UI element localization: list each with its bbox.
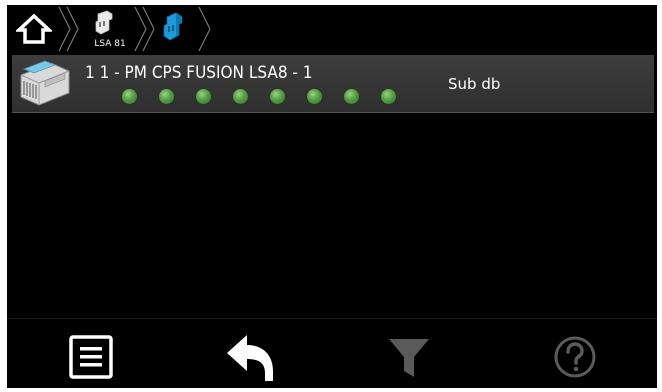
device-icon-selected: [163, 12, 183, 41]
module-title: 1 1 - PM CPS FUSION LSA8 - 1: [85, 63, 313, 83]
bottom-toolbar: [7, 318, 657, 388]
filter-button[interactable]: [375, 319, 455, 388]
led-indicator: [344, 89, 359, 104]
home-icon: [14, 13, 54, 44]
led-indicator: [196, 89, 211, 104]
led-indicator: [381, 89, 396, 104]
app-screen: LSA 81 1 1 - PM CPS FUSION LSA8 - 1 Sub …: [7, 5, 657, 388]
help-button[interactable]: [537, 319, 617, 388]
device-label: LSA 81: [94, 39, 126, 49]
led-indicator: [270, 89, 285, 104]
led-indicator: [307, 89, 322, 104]
menu-button[interactable]: [57, 319, 137, 388]
breadcrumb-separator: [198, 6, 211, 52]
list-menu-icon: [69, 335, 113, 379]
led-indicator: [159, 89, 174, 104]
back-button[interactable]: [217, 319, 297, 388]
led-indicator: [233, 89, 248, 104]
module-icon: [20, 60, 70, 106]
back-arrow-icon: [227, 335, 273, 381]
help-icon: [554, 336, 596, 378]
filter-icon: [389, 339, 429, 377]
breadcrumb-home[interactable]: [14, 13, 54, 45]
breadcrumb: LSA 81: [7, 5, 657, 53]
device-icon: [95, 10, 113, 35]
list-item[interactable]: 1 1 - PM CPS FUSION LSA8 - 1 Sub db: [12, 55, 654, 113]
led-indicator: [122, 89, 137, 104]
led-indicators: [122, 89, 412, 105]
status-text: Sub db: [448, 75, 501, 93]
device-list: 1 1 - PM CPS FUSION LSA8 - 1 Sub db: [7, 55, 657, 317]
